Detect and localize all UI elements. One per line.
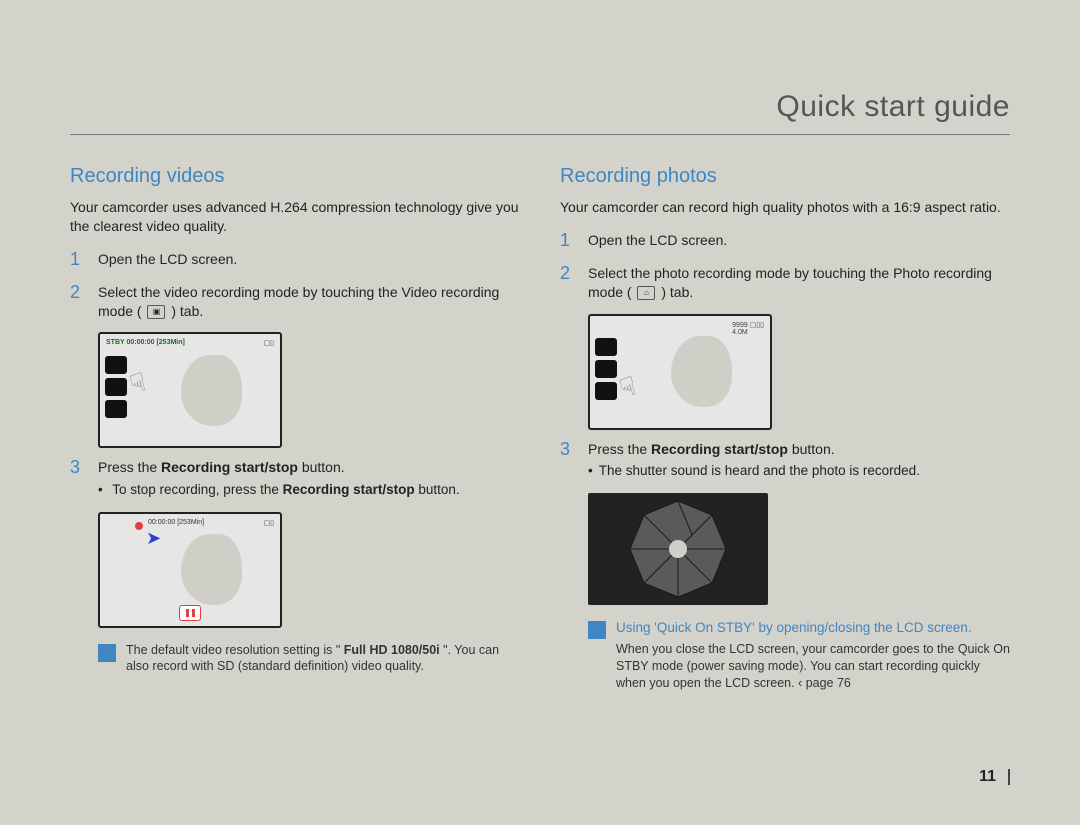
- info-icon: [588, 621, 606, 639]
- silhouette: [671, 336, 732, 408]
- lcd-status-row: 9999 ▢▯▯ 4.0M: [596, 321, 764, 336]
- section-heading-videos: Recording videos: [70, 165, 520, 188]
- lcd-status-row: ▢▯: [106, 519, 274, 527]
- mode-tab: [105, 400, 127, 418]
- page-title: Quick start guide: [70, 90, 1010, 124]
- cursor-arrow-icon: ➤: [146, 528, 161, 549]
- intro-videos: Your camcorder uses advanced H.264 compr…: [70, 198, 520, 236]
- step-sub-bullet: To stop recording, press the Recording s…: [98, 481, 460, 499]
- intro-photos: Your camcorder can record high quality p…: [560, 198, 1010, 217]
- lcd-screen: STBY 00:00:00 [253Min] ▢▯ ☟: [98, 332, 282, 448]
- col-recording-photos: Recording photos Your camcorder can reco…: [560, 157, 1010, 692]
- step: 2 Select the photo recording mode by tou…: [560, 264, 1010, 306]
- columns: Recording videos Your camcorder uses adv…: [70, 157, 1010, 692]
- step: 1 Open the LCD screen.: [70, 250, 520, 273]
- lcd-status-right: ▢▯: [264, 519, 274, 527]
- mode-tab: [595, 382, 617, 400]
- mode-tab: [595, 338, 617, 356]
- lcd-status-right: ▢▯: [264, 339, 274, 347]
- video-mode-icon: ▣: [147, 305, 165, 319]
- step-text: Select the video recording mode by touch…: [98, 283, 520, 321]
- step-body: Open the LCD screen.: [588, 231, 727, 254]
- mode-tabs: [595, 338, 617, 400]
- lcd-screen: 9999 ▢▯▯ 4.0M ☟: [588, 314, 772, 430]
- step-number: 3: [560, 440, 576, 485]
- page: Quick start guide Recording videos Your …: [0, 0, 1080, 825]
- section-heading-photos: Recording photos: [560, 165, 1010, 188]
- step-text: Press the Recording start/stop button.: [98, 458, 460, 477]
- step: 1 Open the LCD screen.: [560, 231, 1010, 254]
- pause-button-icon: [179, 605, 201, 621]
- lcd-illustration-rec: 00:00:00 [253Min] ▢▯ ➤: [98, 512, 520, 628]
- note-body: Using 'Quick On STBY' by opening/closing…: [616, 619, 1010, 692]
- step: 2 Select the video recording mode by tou…: [70, 283, 520, 325]
- touch-hand-icon: ☟: [616, 370, 639, 404]
- note-block: Using 'Quick On STBY' by opening/closing…: [588, 619, 1010, 692]
- mode-tab: [595, 360, 617, 378]
- note-title: Using 'Quick On STBY' by opening/closing…: [616, 619, 1010, 637]
- note-text: When you close the LCD screen, your camc…: [616, 641, 1010, 692]
- mode-tab: [105, 378, 127, 396]
- step-text: Open the LCD screen.: [98, 250, 237, 269]
- info-icon: [98, 644, 116, 662]
- mode-tab: [105, 356, 127, 374]
- photo-mode-icon: ⌂: [637, 286, 655, 300]
- lcd-screen: 00:00:00 [253Min] ▢▯ ➤: [98, 512, 282, 628]
- step-number: 3: [70, 458, 86, 503]
- note-block: The default video resolution setting is …: [98, 642, 520, 676]
- step-body: Open the LCD screen.: [98, 250, 237, 273]
- step-text: Press the Recording start/stop button.: [588, 440, 920, 459]
- step: 3 Press the Recording start/stop button.…: [560, 440, 1010, 485]
- note-body: The default video resolution setting is …: [126, 642, 520, 676]
- step-body: Select the video recording mode by touch…: [98, 283, 520, 325]
- page-number: 11: [979, 769, 1010, 785]
- step-body: Select the photo recording mode by touch…: [588, 264, 1010, 306]
- lcd-status-left: STBY 00:00:00 [253Min]: [106, 339, 185, 347]
- lcd-status-row: STBY 00:00:00 [253Min] ▢▯: [106, 339, 274, 347]
- lcd-illustration-stby: STBY 00:00:00 [253Min] ▢▯ ☟: [98, 332, 520, 448]
- title-divider: [70, 134, 1010, 135]
- step-sub-bullet: The shutter sound is heard and the photo…: [588, 462, 920, 480]
- silhouette: [181, 355, 242, 427]
- mode-tabs: [105, 356, 127, 418]
- step-number: 1: [70, 250, 86, 273]
- lcd-illustration-photo: 9999 ▢▯▯ 4.0M ☟: [588, 314, 1010, 430]
- step: 3 Press the Recording start/stop button.…: [70, 458, 520, 503]
- step-body: Press the Recording start/stop button. T…: [588, 440, 920, 485]
- step-text: Select the photo recording mode by touch…: [588, 264, 1010, 302]
- aperture-illustration: [588, 493, 1010, 605]
- step-body: Press the Recording start/stop button. T…: [98, 458, 460, 503]
- silhouette: [181, 534, 242, 606]
- step-number: 2: [560, 264, 576, 306]
- step-number: 2: [70, 283, 86, 325]
- touch-hand-icon: ☟: [126, 367, 149, 401]
- lcd-status-right: 9999 ▢▯▯ 4.0M: [732, 321, 764, 336]
- step-text: Open the LCD screen.: [588, 231, 727, 250]
- aperture-icon: [588, 493, 768, 605]
- col-recording-videos: Recording videos Your camcorder uses adv…: [70, 157, 520, 692]
- step-number: 1: [560, 231, 576, 254]
